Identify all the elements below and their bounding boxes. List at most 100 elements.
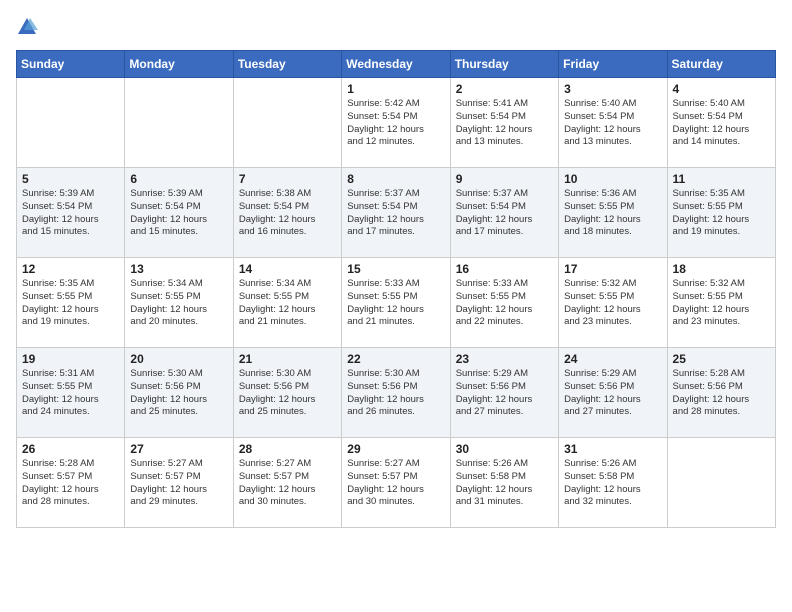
day-info: Sunrise: 5:29 AM Sunset: 5:56 PM Dayligh… [456, 368, 553, 419]
logo-icon [16, 16, 38, 38]
day-number: 28 [239, 442, 336, 456]
calendar-cell: 16 Sunrise: 5:33 AM Sunset: 5:55 PM Dayli… [450, 258, 558, 348]
header [16, 16, 776, 38]
day-number: 21 [239, 352, 336, 366]
day-info: Sunrise: 5:39 AM Sunset: 5:54 PM Dayligh… [22, 188, 119, 239]
calendar-header-row: SundayMondayTuesdayWednesdayThursdayFrid… [17, 51, 776, 78]
day-number: 16 [456, 262, 553, 276]
day-info: Sunrise: 5:29 AM Sunset: 5:56 PM Dayligh… [564, 368, 661, 419]
day-info: Sunrise: 5:33 AM Sunset: 5:55 PM Dayligh… [347, 278, 444, 329]
day-info: Sunrise: 5:39 AM Sunset: 5:54 PM Dayligh… [130, 188, 227, 239]
calendar-cell: 4Sunrise: 5:40 AM Sunset: 5:54 PM Daylig… [667, 78, 775, 168]
day-info: Sunrise: 5:37 AM Sunset: 5:54 PM Dayligh… [347, 188, 444, 239]
day-info: Sunrise: 5:30 AM Sunset: 5:56 PM Dayligh… [347, 368, 444, 419]
calendar-cell: 31 Sunrise: 5:26 AM Sunset: 5:58 PM Dayli… [559, 438, 667, 528]
calendar-cell: 27 Sunrise: 5:27 AM Sunset: 5:57 PM Dayli… [125, 438, 233, 528]
day-number: 15 [347, 262, 444, 276]
calendar-cell: 30Sunrise: 5:26 AM Sunset: 5:58 PM Dayli… [450, 438, 558, 528]
calendar-week-row: 12 Sunrise: 5:35 AM Sunset: 5:55 PM Dayli… [17, 258, 776, 348]
day-number: 10 [564, 172, 661, 186]
day-info: Sunrise: 5:32 AM Sunset: 5:55 PM Dayligh… [564, 278, 661, 329]
column-header-sunday: Sunday [17, 51, 125, 78]
calendar-cell: 1 Sunrise: 5:42 AM Sunset: 5:54 PM Daylig… [342, 78, 450, 168]
calendar-cell: 29 Sunrise: 5:27 AM Sunset: 5:57 PM Dayli… [342, 438, 450, 528]
calendar-cell [17, 78, 125, 168]
column-header-tuesday: Tuesday [233, 51, 341, 78]
calendar-week-row: 26 Sunrise: 5:28 AM Sunset: 5:57 PM Dayli… [17, 438, 776, 528]
day-info: Sunrise: 5:30 AM Sunset: 5:56 PM Dayligh… [239, 368, 336, 419]
day-info: Sunrise: 5:37 AM Sunset: 5:54 PM Dayligh… [456, 188, 553, 239]
day-number: 3 [564, 82, 661, 96]
calendar-cell: 23Sunrise: 5:29 AM Sunset: 5:56 PM Dayli… [450, 348, 558, 438]
calendar-cell [125, 78, 233, 168]
day-number: 20 [130, 352, 227, 366]
day-number: 8 [347, 172, 444, 186]
calendar-cell [233, 78, 341, 168]
day-info: Sunrise: 5:40 AM Sunset: 5:54 PM Dayligh… [673, 98, 770, 149]
day-number: 12 [22, 262, 119, 276]
day-number: 31 [564, 442, 661, 456]
calendar-week-row: 5 Sunrise: 5:39 AM Sunset: 5:54 PM Daylig… [17, 168, 776, 258]
column-header-friday: Friday [559, 51, 667, 78]
calendar-cell: 26 Sunrise: 5:28 AM Sunset: 5:57 PM Dayli… [17, 438, 125, 528]
day-number: 5 [22, 172, 119, 186]
column-header-monday: Monday [125, 51, 233, 78]
day-info: Sunrise: 5:35 AM Sunset: 5:55 PM Dayligh… [22, 278, 119, 329]
day-info: Sunrise: 5:32 AM Sunset: 5:55 PM Dayligh… [673, 278, 770, 329]
calendar-cell: 5 Sunrise: 5:39 AM Sunset: 5:54 PM Daylig… [17, 168, 125, 258]
day-info: Sunrise: 5:35 AM Sunset: 5:55 PM Dayligh… [673, 188, 770, 239]
day-info: Sunrise: 5:27 AM Sunset: 5:57 PM Dayligh… [239, 458, 336, 509]
day-info: Sunrise: 5:40 AM Sunset: 5:54 PM Dayligh… [564, 98, 661, 149]
calendar-cell: 21 Sunrise: 5:30 AM Sunset: 5:56 PM Dayli… [233, 348, 341, 438]
calendar-cell [667, 438, 775, 528]
calendar-cell: 12 Sunrise: 5:35 AM Sunset: 5:55 PM Dayli… [17, 258, 125, 348]
calendar-cell: 18 Sunrise: 5:32 AM Sunset: 5:55 PM Dayli… [667, 258, 775, 348]
logo [16, 16, 42, 38]
day-info: Sunrise: 5:27 AM Sunset: 5:57 PM Dayligh… [347, 458, 444, 509]
day-info: Sunrise: 5:38 AM Sunset: 5:54 PM Dayligh… [239, 188, 336, 239]
day-number: 27 [130, 442, 227, 456]
calendar-cell: 17 Sunrise: 5:32 AM Sunset: 5:55 PM Dayli… [559, 258, 667, 348]
calendar-cell: 2 Sunrise: 5:41 AM Sunset: 5:54 PM Daylig… [450, 78, 558, 168]
day-info: Sunrise: 5:34 AM Sunset: 5:55 PM Dayligh… [130, 278, 227, 329]
calendar-cell: 7 Sunrise: 5:38 AM Sunset: 5:54 PM Daylig… [233, 168, 341, 258]
calendar-cell: 19Sunrise: 5:31 AM Sunset: 5:55 PM Dayli… [17, 348, 125, 438]
day-info: Sunrise: 5:28 AM Sunset: 5:57 PM Dayligh… [22, 458, 119, 509]
calendar-cell: 10 Sunrise: 5:36 AM Sunset: 5:55 PM Dayli… [559, 168, 667, 258]
day-info: Sunrise: 5:26 AM Sunset: 5:58 PM Dayligh… [564, 458, 661, 509]
day-number: 13 [130, 262, 227, 276]
day-number: 14 [239, 262, 336, 276]
day-info: Sunrise: 5:28 AM Sunset: 5:56 PM Dayligh… [673, 368, 770, 419]
day-info: Sunrise: 5:30 AM Sunset: 5:56 PM Dayligh… [130, 368, 227, 419]
column-header-wednesday: Wednesday [342, 51, 450, 78]
day-number: 2 [456, 82, 553, 96]
day-info: Sunrise: 5:33 AM Sunset: 5:55 PM Dayligh… [456, 278, 553, 329]
calendar-cell: 24Sunrise: 5:29 AM Sunset: 5:56 PM Dayli… [559, 348, 667, 438]
calendar-cell: 25 Sunrise: 5:28 AM Sunset: 5:56 PM Dayli… [667, 348, 775, 438]
day-number: 1 [347, 82, 444, 96]
calendar-cell: 15 Sunrise: 5:33 AM Sunset: 5:55 PM Dayli… [342, 258, 450, 348]
day-info: Sunrise: 5:36 AM Sunset: 5:55 PM Dayligh… [564, 188, 661, 239]
day-number: 19 [22, 352, 119, 366]
calendar-cell: 20 Sunrise: 5:30 AM Sunset: 5:56 PM Dayli… [125, 348, 233, 438]
day-number: 17 [564, 262, 661, 276]
day-number: 29 [347, 442, 444, 456]
day-number: 25 [673, 352, 770, 366]
calendar-cell: 3 Sunrise: 5:40 AM Sunset: 5:54 PM Daylig… [559, 78, 667, 168]
calendar-week-row: 1 Sunrise: 5:42 AM Sunset: 5:54 PM Daylig… [17, 78, 776, 168]
calendar-cell: 14 Sunrise: 5:34 AM Sunset: 5:55 PM Dayli… [233, 258, 341, 348]
day-info: Sunrise: 5:27 AM Sunset: 5:57 PM Dayligh… [130, 458, 227, 509]
day-info: Sunrise: 5:42 AM Sunset: 5:54 PM Dayligh… [347, 98, 444, 149]
calendar-cell: 9Sunrise: 5:37 AM Sunset: 5:54 PM Daylig… [450, 168, 558, 258]
column-header-saturday: Saturday [667, 51, 775, 78]
day-number: 18 [673, 262, 770, 276]
column-header-thursday: Thursday [450, 51, 558, 78]
calendar-cell: 6Sunrise: 5:39 AM Sunset: 5:54 PM Daylig… [125, 168, 233, 258]
calendar-table: SundayMondayTuesdayWednesdayThursdayFrid… [16, 50, 776, 528]
day-number: 7 [239, 172, 336, 186]
day-number: 30 [456, 442, 553, 456]
day-number: 22 [347, 352, 444, 366]
day-info: Sunrise: 5:41 AM Sunset: 5:54 PM Dayligh… [456, 98, 553, 149]
day-number: 26 [22, 442, 119, 456]
day-info: Sunrise: 5:34 AM Sunset: 5:55 PM Dayligh… [239, 278, 336, 329]
